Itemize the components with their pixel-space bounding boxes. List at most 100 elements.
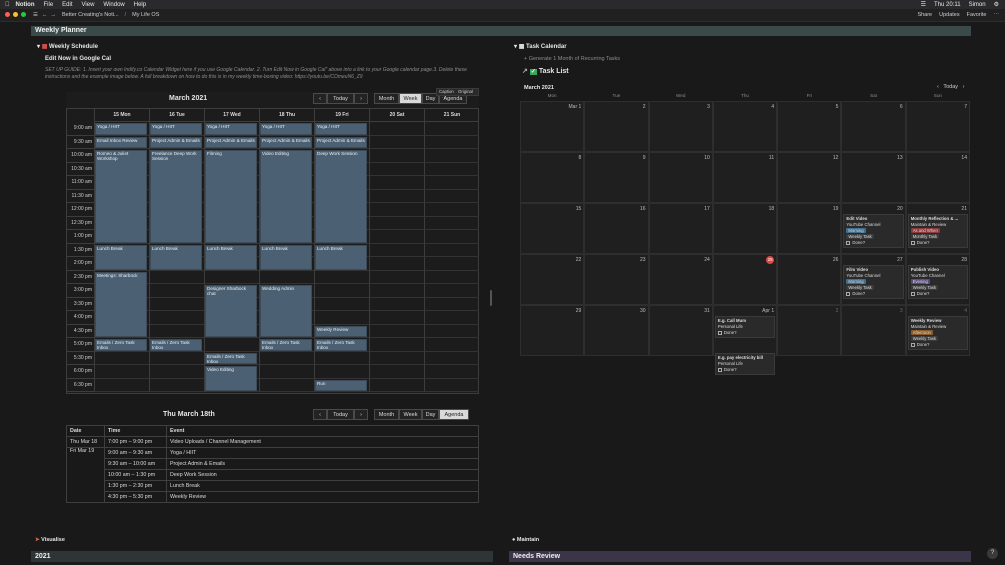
week-slot[interactable]	[149, 365, 204, 379]
agenda-view-day-button[interactable]: Day	[422, 409, 439, 420]
task-card[interactable]: Monthly Reflection & ... Maintain & Revie…	[907, 214, 968, 248]
week-slot[interactable]	[314, 297, 369, 311]
weekly-schedule-toggle[interactable]: ▾ ▦ Weekly Schedule	[37, 43, 98, 50]
toggle-arrow-icon[interactable]: ▾	[37, 44, 40, 50]
week-event[interactable]: Lunch Break	[315, 244, 367, 270]
original-button[interactable]: Original	[458, 89, 473, 94]
today-button[interactable]: Today	[327, 93, 354, 104]
month-day-cell[interactable]: Mar 1	[520, 101, 585, 152]
week-slot[interactable]	[259, 351, 314, 365]
week-slot[interactable]	[424, 297, 479, 311]
close-window-icon[interactable]	[5, 11, 10, 17]
week-slot[interactable]	[369, 311, 424, 325]
week-slot[interactable]	[424, 203, 479, 217]
share-button[interactable]: Share	[917, 12, 932, 18]
agenda-row[interactable]: Thu Mar 18 7:00 pm – 9:00 pm Video Uploads…	[66, 436, 479, 448]
week-slot[interactable]	[369, 378, 424, 392]
week-slot[interactable]	[369, 284, 424, 298]
zoom-window-icon[interactable]	[21, 11, 26, 17]
next-week-button[interactable]: ›	[354, 93, 368, 104]
month-day-cell[interactable]: 25	[712, 254, 778, 305]
week-slot[interactable]	[314, 351, 369, 365]
month-day-cell[interactable]: 8	[520, 152, 585, 203]
week-event[interactable]: Project Admin & Emails	[150, 136, 202, 148]
month-day-cell[interactable]: 12	[777, 152, 842, 203]
week-slot[interactable]	[424, 149, 479, 163]
week-event[interactable]: Video Editing	[260, 150, 312, 243]
week-event[interactable]: Deep Work Session	[315, 150, 367, 243]
prev-week-button[interactable]: ‹	[313, 93, 327, 104]
week-event[interactable]: Romeo & Juliet Workshop	[95, 150, 147, 243]
month-day-cell[interactable]: 14	[905, 152, 970, 203]
back-icon[interactable]: ←	[42, 12, 48, 18]
week-slot[interactable]	[369, 149, 424, 163]
week-event[interactable]: Meetings: Sharbock	[95, 271, 147, 337]
task-next-month-icon[interactable]: ›	[963, 84, 965, 90]
week-event[interactable]: Yoga / HIIT	[260, 123, 312, 135]
month-day-cell[interactable]: 10	[648, 152, 713, 203]
week-slot[interactable]	[149, 324, 204, 338]
month-day-cell[interactable]: 11	[712, 152, 778, 203]
week-event[interactable]: Filming	[205, 150, 257, 243]
week-slot[interactable]	[369, 176, 424, 190]
app-name[interactable]: Notion	[16, 2, 35, 8]
week-slot[interactable]	[149, 378, 204, 392]
week-event[interactable]: Emails / Zero Task Inbox	[95, 339, 147, 351]
caption-button[interactable]: Caption	[439, 89, 454, 94]
week-slot[interactable]	[424, 338, 479, 352]
week-day-header[interactable]: 17 Wed	[204, 109, 259, 122]
view-week-button[interactable]: Week	[399, 93, 422, 104]
week-event[interactable]: Lunch Break	[205, 244, 257, 270]
week-event[interactable]: Emails / Zero Task Inbox	[315, 339, 367, 351]
month-day-cell[interactable]: 31	[648, 305, 713, 356]
checkbox-icon[interactable]	[910, 342, 915, 347]
week-slot[interactable]	[424, 378, 479, 392]
window-controls[interactable]	[5, 11, 29, 19]
task-today-button[interactable]: Today	[943, 84, 958, 90]
week-slot[interactable]	[369, 270, 424, 284]
week-slot[interactable]	[424, 135, 479, 149]
month-day-cell[interactable]: 26	[777, 254, 842, 305]
agenda-prev-button[interactable]: ‹	[313, 409, 327, 420]
week-day-header[interactable]: 19 Fri	[314, 109, 369, 122]
week-event[interactable]: Lunch Break	[260, 244, 312, 270]
week-slot[interactable]	[369, 243, 424, 257]
week-slot[interactable]	[424, 243, 479, 257]
apple-icon[interactable]: 	[5, 2, 10, 8]
week-slot[interactable]	[369, 230, 424, 244]
month-day-cell[interactable]: 22	[520, 254, 585, 305]
task-card[interactable]: Publish Video YouTube Channel Evening Weekl…	[907, 265, 968, 299]
updates-button[interactable]: Updates	[939, 12, 960, 18]
month-day-cell[interactable]: 30	[584, 305, 649, 356]
toggle-arrow-icon[interactable]: ▾	[514, 44, 517, 50]
week-event[interactable]: Project Admin & Emails	[205, 136, 257, 148]
month-day-cell[interactable]: 13	[841, 152, 906, 203]
week-slot[interactable]	[424, 189, 479, 203]
generate-recurring-button[interactable]: + Generate 1 Month of Recurring Tasks	[524, 56, 620, 62]
task-card[interactable]: Edit Video YouTube Channel Morning Weekly T…	[843, 214, 904, 248]
menu-view[interactable]: View	[82, 2, 95, 8]
week-day-header[interactable]: 20 Sat	[369, 109, 424, 122]
week-day-header[interactable]: 16 Tue	[149, 109, 204, 122]
task-prev-month-icon[interactable]: ‹	[937, 84, 939, 90]
agenda-row[interactable]: 9:30 am – 10:00 am Project Admin & Emails	[67, 458, 479, 470]
favorite-button[interactable]: Favorite	[967, 12, 987, 18]
week-slot[interactable]	[259, 378, 314, 392]
control-center-icon[interactable]: ⚙	[994, 1, 999, 8]
week-slot[interactable]	[149, 311, 204, 325]
week-slot[interactable]	[424, 257, 479, 271]
month-day-cell[interactable]: 3	[648, 101, 713, 152]
clock[interactable]: Thu 20:11	[934, 2, 961, 8]
week-slot[interactable]	[94, 365, 149, 379]
task-calendar-toggle[interactable]: ▾ ▦ Task Calendar	[514, 43, 567, 50]
minimize-window-icon[interactable]	[13, 11, 18, 17]
agenda-row[interactable]: 1:30 pm – 2:30 pm Lunch Break	[67, 480, 479, 492]
week-event[interactable]: Yoga / HIIT	[95, 123, 147, 135]
month-day-cell[interactable]: 24	[648, 254, 713, 305]
week-slot[interactable]	[369, 203, 424, 217]
agenda-row[interactable]: Fri Mar 19 9:00 am – 9:30 am Yoga / HIIT	[66, 447, 479, 503]
agenda-row[interactable]: 4:30 pm – 5:30 pm Weekly Review	[67, 491, 479, 503]
week-slot[interactable]	[94, 351, 149, 365]
week-event[interactable]: Emails / Zero Task Inbox	[260, 339, 312, 351]
week-slot[interactable]	[369, 324, 424, 338]
